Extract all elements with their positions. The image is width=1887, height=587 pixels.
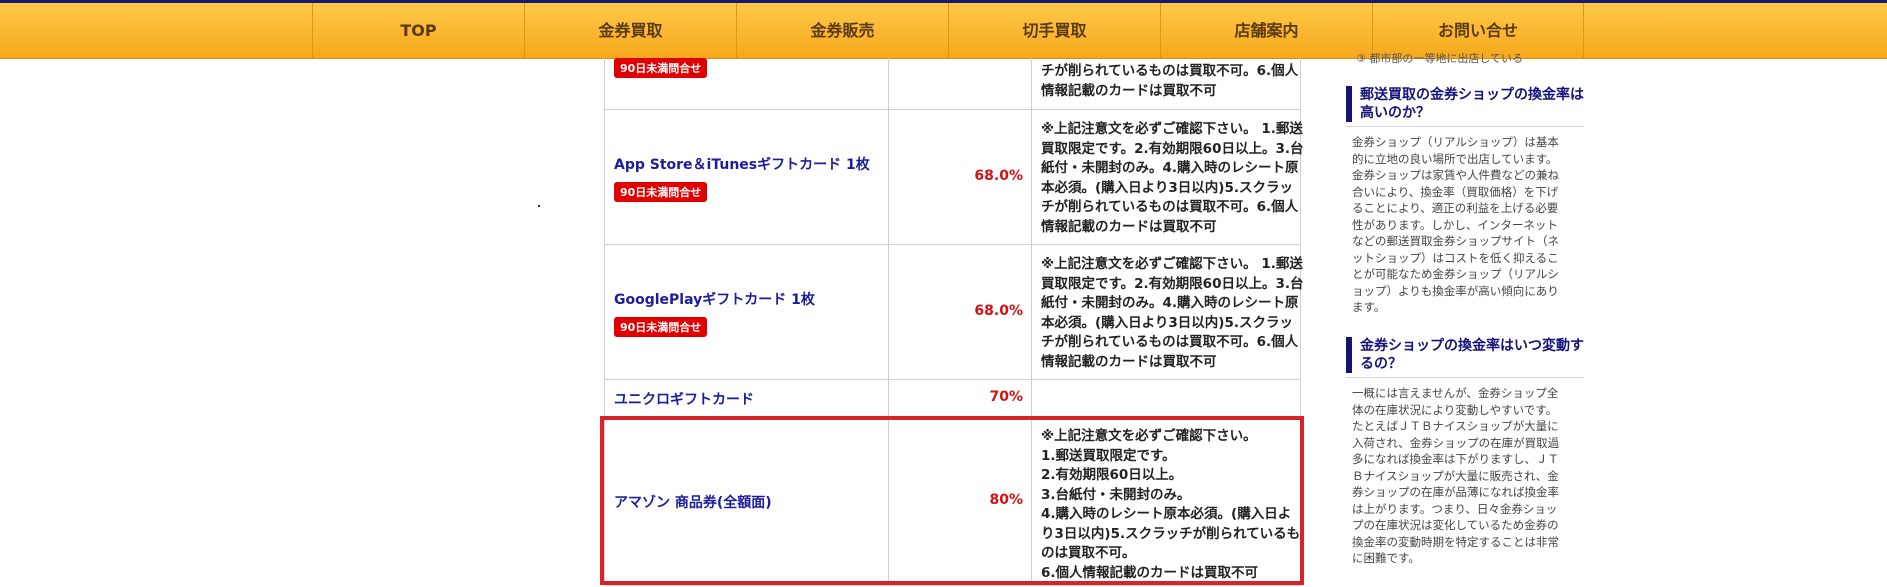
inquiry-badge: 90日未満問合せ [614, 182, 708, 202]
table-row: 90日未満問合せ チが削られているものは買取不可。6.個人 情報記載のカードは買… [604, 58, 1301, 110]
sidebar-divider [1346, 126, 1584, 127]
table-row: App Store＆iTunesギフトカード 1枚 90日未満問合せ 68.0%… [604, 110, 1304, 245]
sidebar-body: 金券ショップ（リアルショップ）は基本 的に立地の良い場所で出店しています。 金券… [1352, 135, 1559, 314]
inquiry-badge: 90日未満問合せ [614, 58, 708, 78]
rate-value: 68.0% [974, 303, 1023, 319]
table-row: GooglePlayギフトカード 1枚 90日未満問合せ 68.0% ※上記注意… [604, 245, 1304, 380]
notice-text: チが削られているものは買取不可。6.個人 情報記載のカードは買取不可 [1041, 63, 1299, 99]
nav-ticket-purchase[interactable]: 金券買取 [524, 3, 736, 58]
sidebar-cut-text: ③ 都市部の一等地に出店している [1356, 52, 1524, 65]
sidebar-divider [1346, 377, 1584, 378]
nav-top[interactable]: TOP [312, 3, 524, 58]
notice-text: ※上記注意文を必ずご確認下さい。 1.郵送 買取限定です。2.有効期限60日以上… [1041, 256, 1304, 370]
inquiry-badge: 90日未満問合せ [614, 317, 708, 337]
product-name-link[interactable]: GooglePlayギフトカード 1枚 [614, 289, 815, 309]
stray-dot [538, 205, 540, 207]
rate-value: 70% [989, 389, 1023, 405]
main-nav: TOP 金券買取 金券販売 切手買取 店舗案内 お問い合せ [0, 3, 1887, 59]
nav-stamp-purchase[interactable]: 切手買取 [948, 3, 1160, 58]
sidebar-body: 一概には言えませんが、金券ショップ全 体の在庫状況により変動しやすいです。 たと… [1352, 386, 1560, 565]
nav-store-info[interactable]: 店舗案内 [1160, 3, 1372, 58]
sidebar-heading: 金券ショップの換金率はいつ変動す るの？ [1346, 337, 1584, 373]
product-name-link[interactable]: App Store＆iTunesギフトカード 1枚 [614, 154, 870, 174]
sidebar-heading: 郵送買取の金券ショップの換金率は 高いのか？ [1346, 86, 1584, 122]
rate-value: 68.0% [974, 168, 1023, 184]
product-name-link[interactable]: ユニクロギフトカード [614, 389, 754, 409]
notice-text: ※上記注意文を必ずご確認下さい。 1.郵送 買取限定です。2.有効期限60日以上… [1041, 121, 1304, 235]
table-row: ユニクロギフトカード 70% [604, 380, 1301, 417]
nav-ticket-sales[interactable]: 金券販売 [736, 3, 948, 58]
highlight-frame [600, 416, 1304, 585]
